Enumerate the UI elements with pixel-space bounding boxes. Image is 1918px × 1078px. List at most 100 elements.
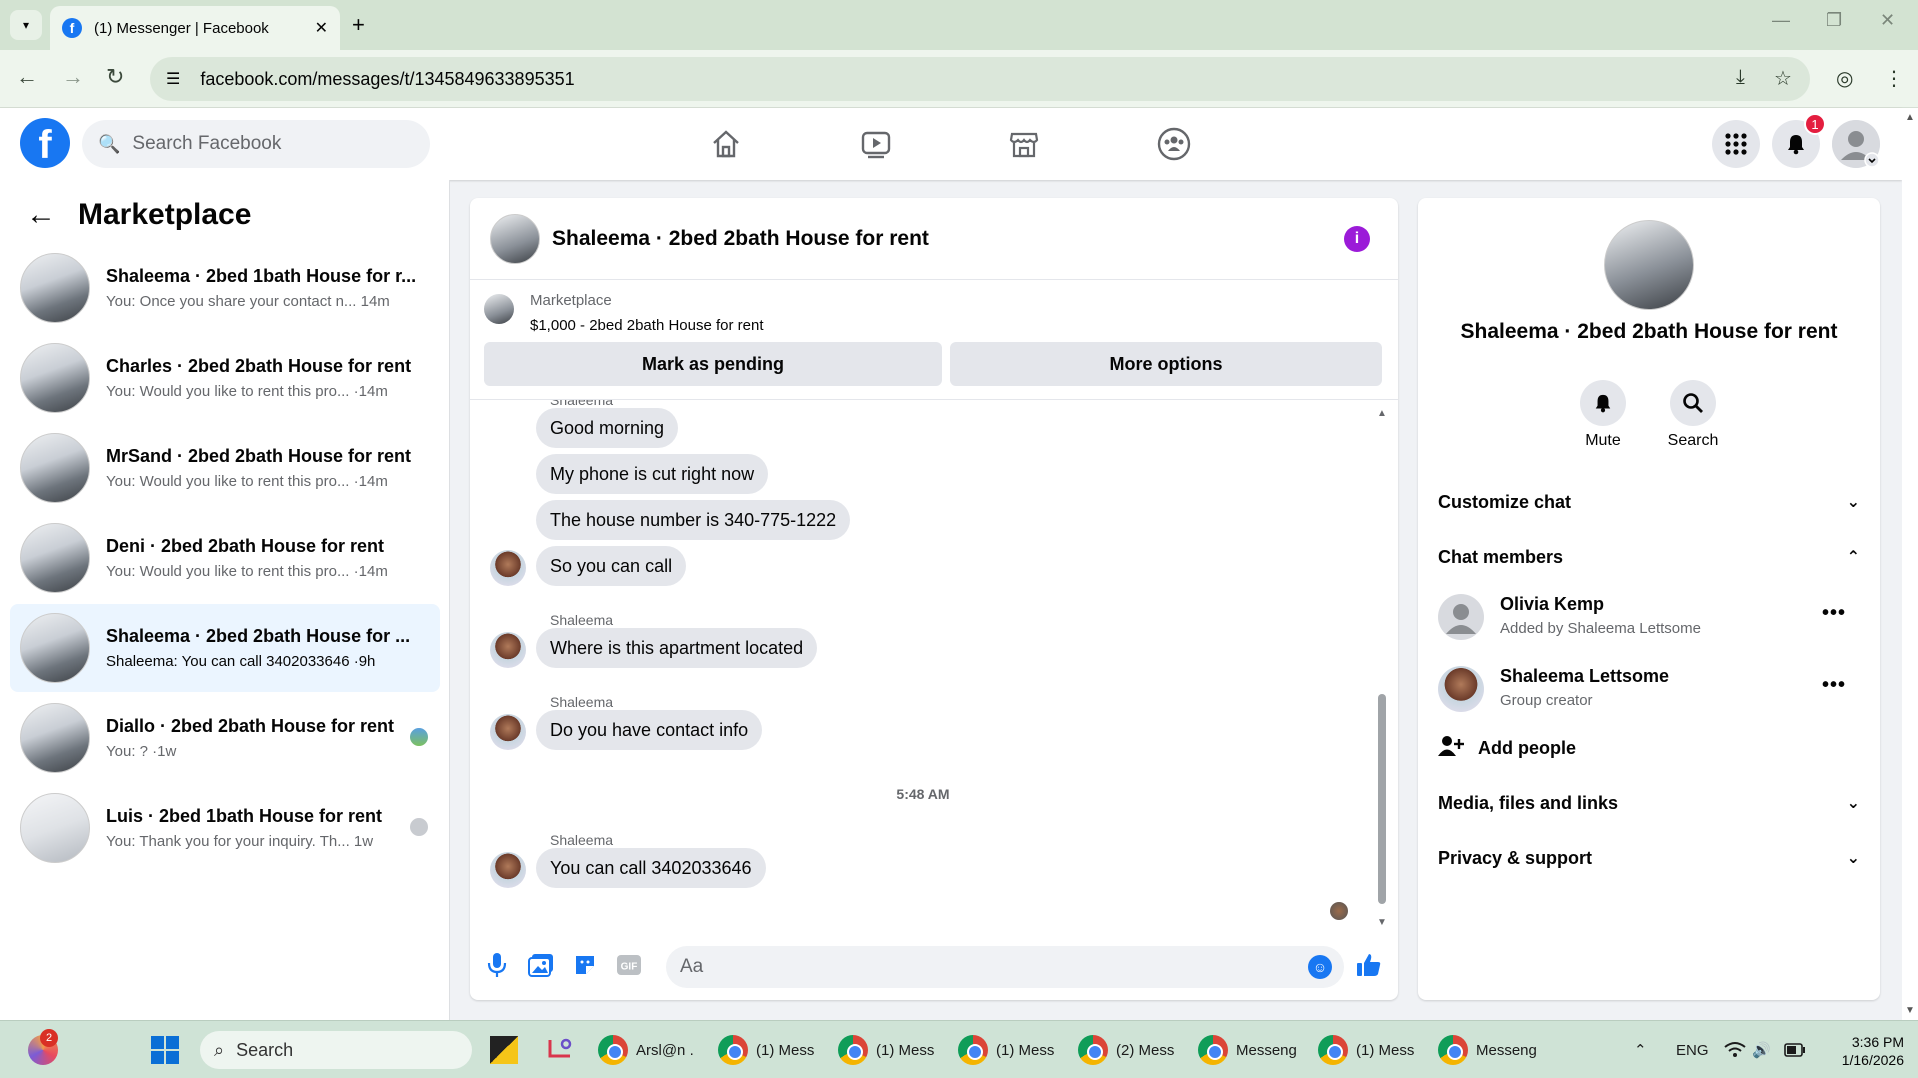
conversation-item[interactable]: Charles · 2bed 2bath House for rent You:… — [10, 334, 440, 422]
sender-avatar[interactable] — [490, 632, 526, 668]
conversation-item-active[interactable]: Shaleema · 2bed 2bath House for ... Shal… — [10, 604, 440, 692]
menu-grid-icon[interactable] — [1712, 120, 1760, 168]
taskbar-app[interactable]: Messeng — [1198, 1034, 1297, 1066]
taskbar-app[interactable]: (1) Mess — [838, 1034, 934, 1066]
chat-title[interactable]: Shaleema · 2bed 2bath House for rent — [552, 227, 929, 251]
back-icon[interactable]: ← — [16, 64, 38, 90]
sender-avatar[interactable] — [490, 550, 526, 586]
page-scrollbar[interactable]: ▲ ▼ — [1902, 108, 1918, 1020]
sticky-notes-icon[interactable] — [490, 1034, 518, 1066]
message-bubble[interactable]: You can call 3402033646 — [536, 848, 766, 888]
reload-icon[interactable]: ↻ — [106, 64, 124, 90]
message-bubble[interactable]: So you can call — [536, 546, 687, 586]
conversation-item[interactable]: Diallo · 2bed 2bath House for rent You: … — [10, 694, 440, 782]
chat-avatar[interactable] — [490, 213, 540, 264]
taskbar-search[interactable]: ⌕ Search — [200, 1031, 472, 1069]
conversation-item[interactable]: Deni · 2bed 2bath House for rent You: Wo… — [10, 514, 440, 602]
restore-icon[interactable]: ❐ — [1826, 10, 1842, 31]
member-item[interactable]: Olivia Kemp Added by Shaleema Lettsome •… — [1438, 586, 1860, 646]
facebook-search-input[interactable]: 🔍 Search Facebook — [82, 120, 430, 168]
bookmark-star-icon[interactable]: ☆ — [1774, 66, 1792, 91]
photo-icon[interactable] — [528, 952, 554, 978]
listing-title[interactable]: $1,000 - 2bed 2bath House for rent — [530, 317, 764, 334]
chrome-icon — [718, 1035, 748, 1065]
conversation-item[interactable]: Shaleema · 2bed 1bath House for r... You… — [10, 244, 440, 332]
new-tab-icon[interactable]: + — [352, 12, 365, 38]
show-hidden-icons-icon[interactable]: ⌃ — [1634, 1034, 1647, 1066]
taskbar-app[interactable]: (1) Mess — [958, 1034, 1054, 1066]
member-name: Olivia Kemp — [1500, 594, 1605, 614]
minimize-icon[interactable]: — — [1772, 10, 1790, 31]
scroll-up-icon[interactable]: ▲ — [1905, 112, 1915, 123]
taskbar-app[interactable]: Messeng — [1438, 1034, 1537, 1066]
privacy-support-row[interactable]: Privacy & support ⌄ — [1438, 838, 1860, 878]
facebook-logo-icon[interactable]: f — [20, 118, 70, 168]
video-icon[interactable] — [856, 124, 896, 164]
conversation-item[interactable]: MrSand · 2bed 2bath House for rent You: … — [10, 424, 440, 512]
marketplace-icon[interactable] — [1004, 124, 1044, 164]
home-icon[interactable] — [706, 124, 746, 164]
chat-info-avatar[interactable] — [1604, 220, 1694, 310]
scroll-thumb[interactable] — [1378, 694, 1386, 904]
chevron-up-icon: ⌃ — [1846, 549, 1860, 566]
taskbar-app[interactable]: Arsl@n . — [598, 1034, 694, 1066]
scroll-up-icon[interactable]: ▲ — [1377, 408, 1387, 419]
member-avatar — [1438, 594, 1484, 640]
copilot-icon[interactable]: 2 — [28, 1029, 58, 1066]
add-people-row[interactable]: Add people — [1438, 728, 1860, 768]
media-files-row[interactable]: Media, files and links ⌄ — [1438, 783, 1860, 823]
close-tab-icon[interactable]: ✕ — [315, 18, 328, 38]
gif-icon[interactable]: GIF — [616, 952, 642, 978]
browser-menu-icon[interactable]: ⋮ — [1884, 66, 1904, 91]
install-app-icon[interactable]: ⤓ — [1736, 66, 1745, 89]
url-field[interactable]: ☰ facebook.com/messages/t/13458496338953… — [150, 57, 1810, 101]
site-info-icon[interactable]: ☰ — [166, 69, 180, 89]
wifi-icon[interactable] — [1724, 1034, 1746, 1066]
customize-chat-row[interactable]: Customize chat ⌄ — [1438, 482, 1860, 522]
message-placeholder: Aa — [680, 956, 704, 977]
scroll-down-icon[interactable]: ▼ — [1377, 917, 1387, 928]
mark-as-pending-button[interactable]: Mark as pending — [484, 342, 942, 386]
account-avatar[interactable] — [1832, 120, 1880, 168]
member-item[interactable]: Shaleema Lettsome Group creator ••• — [1438, 658, 1860, 718]
message-bubble[interactable]: The house number is 340-775-1222 — [536, 500, 851, 540]
volume-icon[interactable]: 🔊 — [1752, 1034, 1771, 1066]
language-indicator[interactable]: ENG — [1676, 1034, 1709, 1066]
message-bubble[interactable]: My phone is cut right now — [536, 454, 769, 494]
chat-members-row[interactable]: Chat members ⌃ — [1438, 537, 1860, 577]
chat-scrollbar[interactable]: ▲ ▼ — [1376, 408, 1388, 928]
profile-icon[interactable]: ◎ — [1836, 66, 1853, 91]
thumbs-up-icon[interactable] — [1356, 952, 1382, 978]
browser-tab[interactable]: f (1) Messenger | Facebook ✕ — [50, 6, 340, 50]
message-bubble[interactable]: Where is this apartment located — [536, 628, 818, 668]
more-options-button[interactable]: More options — [950, 342, 1382, 386]
mute-bell-icon[interactable] — [1580, 380, 1626, 426]
message-input[interactable]: Aa ☺ — [666, 946, 1344, 988]
sender-avatar[interactable] — [490, 852, 526, 888]
tab-list-dropdown[interactable]: ▾ — [10, 10, 42, 40]
info-icon[interactable]: i — [1344, 226, 1370, 252]
system-clock[interactable]: 3:36 PM 1/16/2026 — [1820, 1033, 1904, 1069]
emoji-icon[interactable]: ☺ — [1308, 955, 1332, 979]
taskbar-app[interactable]: (1) Mess — [718, 1034, 814, 1066]
address-bar: ← → ↻ ☰ facebook.com/messages/t/13458496… — [0, 50, 1918, 108]
more-options-icon[interactable]: ••• — [1822, 674, 1846, 697]
back-arrow-icon[interactable]: ← — [26, 198, 56, 232]
snipping-tool-icon[interactable] — [546, 1034, 574, 1066]
conversation-item[interactable]: Luis · 2bed 1bath House for rent You: Th… — [10, 784, 440, 872]
microphone-icon[interactable] — [484, 952, 510, 978]
groups-icon[interactable] — [1154, 124, 1194, 164]
message-bubble[interactable]: Do you have contact info — [536, 710, 763, 750]
sender-avatar[interactable] — [490, 714, 526, 750]
search-conversation-icon[interactable] — [1670, 380, 1716, 426]
battery-icon[interactable] — [1784, 1034, 1806, 1066]
windows-start-icon[interactable] — [150, 1034, 180, 1066]
close-window-icon[interactable]: ✕ — [1880, 10, 1895, 31]
scroll-down-icon[interactable]: ▼ — [1905, 1005, 1915, 1016]
forward-icon[interactable]: → — [62, 64, 84, 90]
message-bubble[interactable]: Good morning — [536, 408, 679, 448]
taskbar-app[interactable]: (2) Mess — [1078, 1034, 1174, 1066]
sticker-icon[interactable] — [572, 952, 598, 978]
taskbar-app[interactable]: (1) Mess — [1318, 1034, 1414, 1066]
more-options-icon[interactable]: ••• — [1822, 602, 1846, 625]
